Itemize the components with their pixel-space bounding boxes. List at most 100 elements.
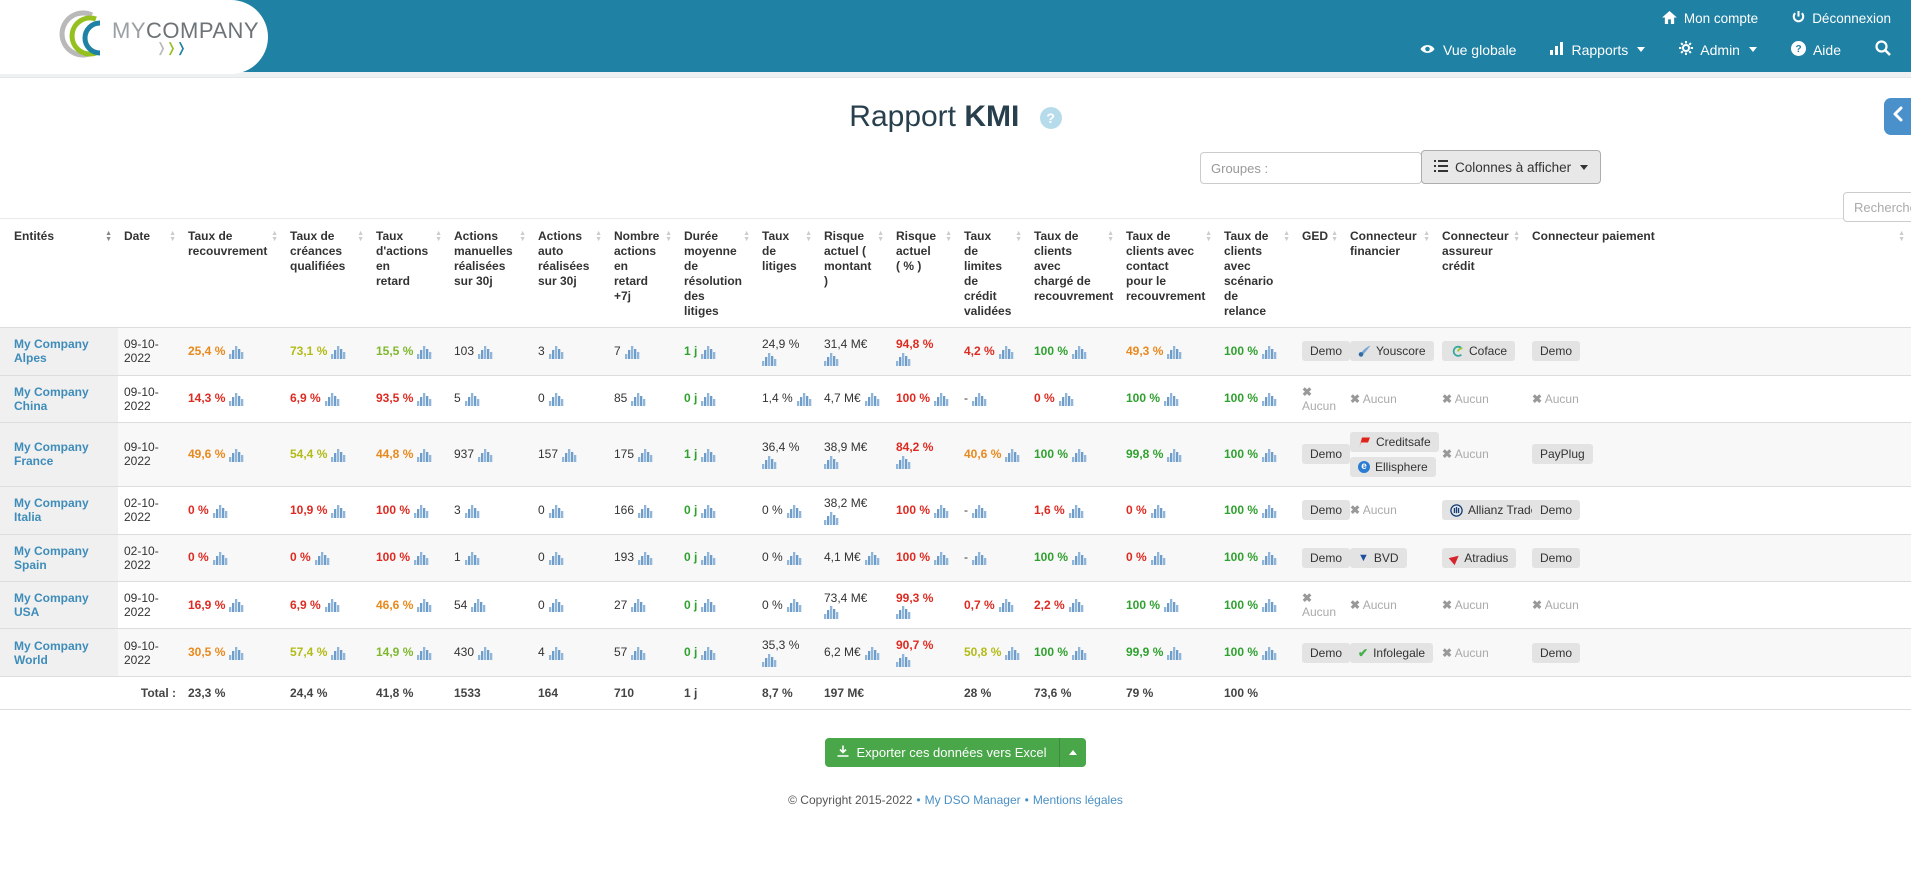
sort-icon[interactable]: ▲ ▼ xyxy=(1898,230,1905,243)
mini-chart-icon[interactable] xyxy=(464,392,480,407)
entity-link[interactable]: My Company USA xyxy=(14,591,89,619)
column-header-taux-de-clients-avec-charg-de-recouvrement[interactable]: ▲ ▼ Taux de clients avec chargé de recouvr… xyxy=(1028,218,1120,328)
table-search-input[interactable] xyxy=(1843,192,1911,222)
mini-chart-icon[interactable] xyxy=(934,392,949,407)
sort-active-icon[interactable]: ▲ ▼ xyxy=(105,230,112,243)
mini-chart-icon[interactable] xyxy=(972,504,987,518)
mini-chart-icon[interactable] xyxy=(548,598,564,613)
mini-chart-icon[interactable] xyxy=(701,551,716,566)
sort-icon[interactable]: ▲ ▼ xyxy=(877,230,884,243)
mini-chart-icon[interactable] xyxy=(1167,448,1182,462)
mini-chart-icon[interactable] xyxy=(1005,646,1020,661)
mini-chart-icon[interactable] xyxy=(548,345,564,359)
mini-chart-icon[interactable] xyxy=(1262,448,1277,462)
export-dropdown-toggle[interactable] xyxy=(1058,738,1086,768)
mini-chart-icon[interactable] xyxy=(1167,345,1182,359)
sort-icon[interactable]: ▲ ▼ xyxy=(1283,230,1290,243)
entity-link[interactable]: My Company Spain xyxy=(14,544,89,572)
mini-chart-icon[interactable] xyxy=(1150,551,1166,566)
mini-chart-icon[interactable] xyxy=(824,455,839,469)
mini-chart-icon[interactable] xyxy=(1072,646,1087,661)
mini-chart-icon[interactable] xyxy=(1262,504,1277,518)
nav-rapports[interactable]: Rapports xyxy=(1550,41,1646,58)
nav-vue-globale[interactable]: Vue globale xyxy=(1419,42,1516,58)
mini-chart-icon[interactable] xyxy=(229,448,244,462)
mini-chart-icon[interactable] xyxy=(478,448,493,462)
mini-chart-icon[interactable] xyxy=(414,551,429,566)
entity-link[interactable]: My Company China xyxy=(14,385,89,413)
mini-chart-icon[interactable] xyxy=(331,345,346,359)
mini-chart-icon[interactable] xyxy=(762,653,777,668)
mini-chart-icon[interactable] xyxy=(638,448,653,462)
mini-chart-icon[interactable] xyxy=(762,352,777,366)
mini-chart-icon[interactable] xyxy=(972,551,987,566)
column-header-risque-actuel-montant[interactable]: ▲ ▼ Risque actuel ( montant ) xyxy=(818,218,890,328)
sort-icon[interactable]: ▲ ▼ xyxy=(519,230,526,243)
mini-chart-icon[interactable] xyxy=(324,598,340,613)
column-header-connecteur-financier[interactable]: ▲ ▼ Connecteur financier xyxy=(1344,218,1436,328)
mini-chart-icon[interactable] xyxy=(1068,598,1084,613)
mini-chart-icon[interactable] xyxy=(478,646,493,661)
column-header-taux-de-limites-de-cr-dit-valid-es[interactable]: ▲ ▼ Taux de limites de crédit validées xyxy=(958,218,1028,328)
mini-chart-icon[interactable] xyxy=(701,345,716,359)
mini-chart-icon[interactable] xyxy=(896,455,911,469)
mini-chart-icon[interactable] xyxy=(212,504,228,518)
company-logo[interactable]: MYCOMPANY ❭❭❭ xyxy=(0,0,268,74)
mini-chart-icon[interactable] xyxy=(314,551,330,566)
column-header-connecteur-paiement[interactable]: ▲ ▼ Connecteur paiement xyxy=(1526,218,1911,328)
mini-chart-icon[interactable] xyxy=(562,448,577,462)
column-header-date[interactable]: ▲ ▼ Date xyxy=(118,218,182,328)
mini-chart-icon[interactable] xyxy=(786,504,802,518)
mini-chart-icon[interactable] xyxy=(824,511,839,525)
column-header-actions-auto-r-alis-es-sur-30j[interactable]: ▲ ▼ Actions auto réalisées sur 30j xyxy=(532,218,608,328)
mini-chart-icon[interactable] xyxy=(464,551,480,566)
mini-chart-icon[interactable] xyxy=(331,448,346,462)
sort-icon[interactable]: ▲ ▼ xyxy=(743,230,750,243)
column-header-nombre-actions-en-retard-7j[interactable]: ▲ ▼ Nombre actions en retard +7j xyxy=(608,218,678,328)
entity-link[interactable]: My Company France xyxy=(14,440,89,468)
mini-chart-icon[interactable] xyxy=(1164,392,1179,407)
nav-admin[interactable]: Admin xyxy=(1679,41,1757,58)
mini-chart-icon[interactable] xyxy=(1072,448,1087,462)
export-excel-button[interactable]: Exporter ces données vers Excel xyxy=(825,738,1086,768)
mini-chart-icon[interactable] xyxy=(414,504,429,518)
mini-chart-icon[interactable] xyxy=(701,504,716,518)
help-icon[interactable]: ? xyxy=(1039,107,1062,130)
column-header-entit-s[interactable]: ▲ ▼ Entités xyxy=(0,218,118,328)
mini-chart-icon[interactable] xyxy=(701,392,716,407)
mini-chart-icon[interactable] xyxy=(824,605,839,620)
sort-icon[interactable]: ▲ ▼ xyxy=(1015,230,1022,243)
mini-chart-icon[interactable] xyxy=(796,392,812,407)
entity-link[interactable]: My Company Alpes xyxy=(14,337,89,365)
sort-icon[interactable]: ▲ ▼ xyxy=(1331,230,1338,243)
mini-chart-icon[interactable] xyxy=(1058,392,1074,407)
column-header-ged[interactable]: ▲ ▼ GED xyxy=(1296,218,1344,328)
sort-icon[interactable]: ▲ ▼ xyxy=(357,230,364,243)
sort-icon[interactable]: ▲ ▼ xyxy=(1107,230,1114,243)
mini-chart-icon[interactable] xyxy=(229,646,244,661)
mini-chart-icon[interactable] xyxy=(934,504,949,518)
mini-chart-icon[interactable] xyxy=(229,345,244,359)
mini-chart-icon[interactable] xyxy=(864,551,880,566)
mini-chart-icon[interactable] xyxy=(701,598,716,613)
column-header-taux-de-recouvrement[interactable]: ▲ ▼ Taux de recouvrement xyxy=(182,218,284,328)
column-header-actions-manuelles-r-alis-es-sur-30j[interactable]: ▲ ▼ Actions manuelles réalisées sur 30j xyxy=(448,218,532,328)
collapse-panel-tab[interactable] xyxy=(1884,98,1911,135)
mini-chart-icon[interactable] xyxy=(478,345,493,359)
columns-to-display-button[interactable]: Colonnes à afficher xyxy=(1421,150,1602,184)
mentions-legales-link[interactable]: Mentions légales xyxy=(1033,793,1123,807)
mini-chart-icon[interactable] xyxy=(1262,646,1277,661)
sort-icon[interactable]: ▲ ▼ xyxy=(435,230,442,243)
mini-chart-icon[interactable] xyxy=(701,448,716,462)
column-header-taux-de-clients-avec-sc-nario-de-relance[interactable]: ▲ ▼ Taux de clients avec scénario de relan… xyxy=(1218,218,1296,328)
mini-chart-icon[interactable] xyxy=(631,598,646,613)
mini-chart-icon[interactable] xyxy=(631,392,646,407)
mini-chart-icon[interactable] xyxy=(331,646,346,661)
sort-icon[interactable]: ▲ ▼ xyxy=(805,230,812,243)
mini-chart-icon[interactable] xyxy=(1262,392,1277,407)
mini-chart-icon[interactable] xyxy=(896,653,911,668)
mini-chart-icon[interactable] xyxy=(548,646,564,661)
mini-chart-icon[interactable] xyxy=(1262,551,1277,566)
mini-chart-icon[interactable] xyxy=(638,551,653,566)
sort-icon[interactable]: ▲ ▼ xyxy=(271,230,278,243)
